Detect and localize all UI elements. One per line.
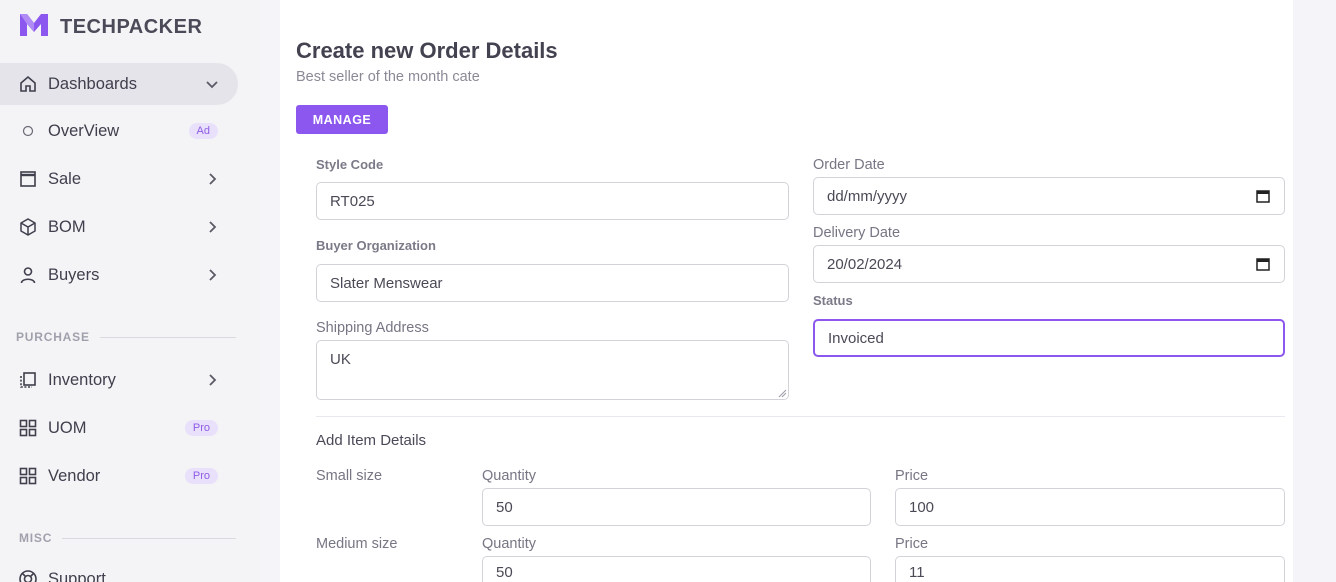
brand[interactable]: TECHPACKER	[18, 12, 202, 43]
manage-button[interactable]: MANAGE	[296, 105, 388, 134]
logo-icon	[18, 12, 50, 43]
small-size-label: Small size	[316, 468, 383, 484]
home-icon	[18, 74, 38, 94]
style-code-label: Style Code	[316, 157, 384, 172]
sidebar-item-label: Support	[48, 569, 106, 582]
quantity-label: Quantity	[482, 536, 536, 552]
sidebar-item-label: Inventory	[48, 370, 116, 389]
sidebar-item-buyers[interactable]: Buyers	[0, 254, 238, 296]
chevron-right-icon	[202, 217, 222, 237]
small-price-input[interactable]: 100	[895, 488, 1285, 526]
buyer-organization-label: Buyer Organization	[316, 238, 436, 253]
sidebar-item-inventory[interactable]: Inventory	[0, 359, 238, 401]
sidebar-item-overview[interactable]: OverView Ad	[0, 110, 238, 152]
user-icon	[18, 265, 38, 285]
style-code-input[interactable]: RT025	[316, 182, 789, 220]
sidebar-item-label: Vendor	[48, 466, 101, 485]
chevron-right-icon	[202, 265, 222, 285]
brand-name: TECHPACKER	[60, 16, 203, 38]
sidebar-item-label: OverView	[48, 121, 120, 140]
resize-handle-icon[interactable]	[778, 389, 787, 398]
circle-icon	[18, 121, 38, 141]
calendar-icon[interactable]	[1256, 189, 1270, 203]
page-subtitle: Best seller of the month cate	[296, 69, 480, 85]
sidebar-item-bom[interactable]: BOM	[0, 206, 238, 248]
lifebuoy-icon	[18, 569, 38, 582]
status-label: Status	[813, 293, 853, 308]
grid-icon	[18, 418, 38, 438]
delivery-date-label: Delivery Date	[813, 225, 901, 241]
sidebar-item-support[interactable]: Support	[0, 558, 238, 582]
price-label: Price	[895, 536, 929, 552]
add-item-details-heading: Add Item Details	[316, 432, 427, 449]
divider	[62, 537, 236, 539]
grid-icon	[18, 466, 38, 486]
order-date-value: dd/mm/yyyy	[827, 187, 908, 205]
sidebar-item-label: Dashboards	[48, 74, 137, 93]
box-icon	[18, 217, 38, 237]
copy-icon	[18, 370, 38, 390]
window-icon	[18, 169, 38, 189]
delivery-date-input[interactable]: 20/02/2024	[813, 245, 1285, 283]
medium-quantity-input[interactable]: 50	[482, 556, 871, 582]
pro-badge: Pro	[184, 420, 218, 436]
section-label: MISC	[19, 531, 53, 545]
medium-size-label: Medium size	[316, 536, 398, 552]
sidebar-item-label: Sale	[48, 169, 82, 188]
sidebar-item-label: BOM	[48, 217, 86, 236]
divider	[316, 416, 1285, 417]
pro-badge: Pro	[184, 468, 218, 484]
ad-badge: Ad	[188, 123, 218, 139]
order-date-input[interactable]: dd/mm/yyyy	[813, 177, 1285, 215]
chevron-right-icon	[202, 169, 222, 189]
order-date-label: Order Date	[813, 157, 885, 173]
page-title: Create new Order Details	[296, 38, 558, 63]
section-title-misc: MISC	[19, 531, 236, 545]
price-label: Price	[895, 468, 929, 484]
order-form-card: Create new Order Details Best seller of …	[280, 0, 1293, 582]
medium-price-input[interactable]: 11	[895, 556, 1285, 582]
chevron-right-icon	[202, 370, 222, 390]
sidebar-item-label: UOM	[48, 418, 87, 437]
calendar-icon[interactable]	[1256, 257, 1270, 271]
chevron-down-icon	[202, 74, 222, 94]
sidebar-item-sale[interactable]: Sale	[0, 158, 238, 200]
sidebar-item-uom[interactable]: UOM Pro	[0, 407, 238, 449]
sidebar-item-vendor[interactable]: Vendor Pro	[0, 455, 238, 497]
section-title-purchase: PURCHASE	[16, 330, 236, 344]
buyer-organization-input[interactable]: Slater Menswear	[316, 264, 789, 302]
quantity-label: Quantity	[482, 468, 536, 484]
sidebar-item-dashboards[interactable]: Dashboards	[0, 63, 238, 105]
shipping-address-textarea[interactable]: UK	[316, 340, 789, 400]
sidebar-item-label: Buyers	[48, 265, 100, 284]
divider	[99, 336, 236, 338]
sidebar: TECHPACKER Dashboards OverView Ad Sale B…	[0, 0, 260, 582]
delivery-date-value: 20/02/2024	[827, 255, 903, 273]
small-quantity-input[interactable]: 50	[482, 488, 871, 526]
status-input[interactable]: Invoiced	[813, 319, 1285, 357]
shipping-address-label: Shipping Address	[316, 320, 429, 336]
section-label: PURCHASE	[16, 330, 90, 344]
